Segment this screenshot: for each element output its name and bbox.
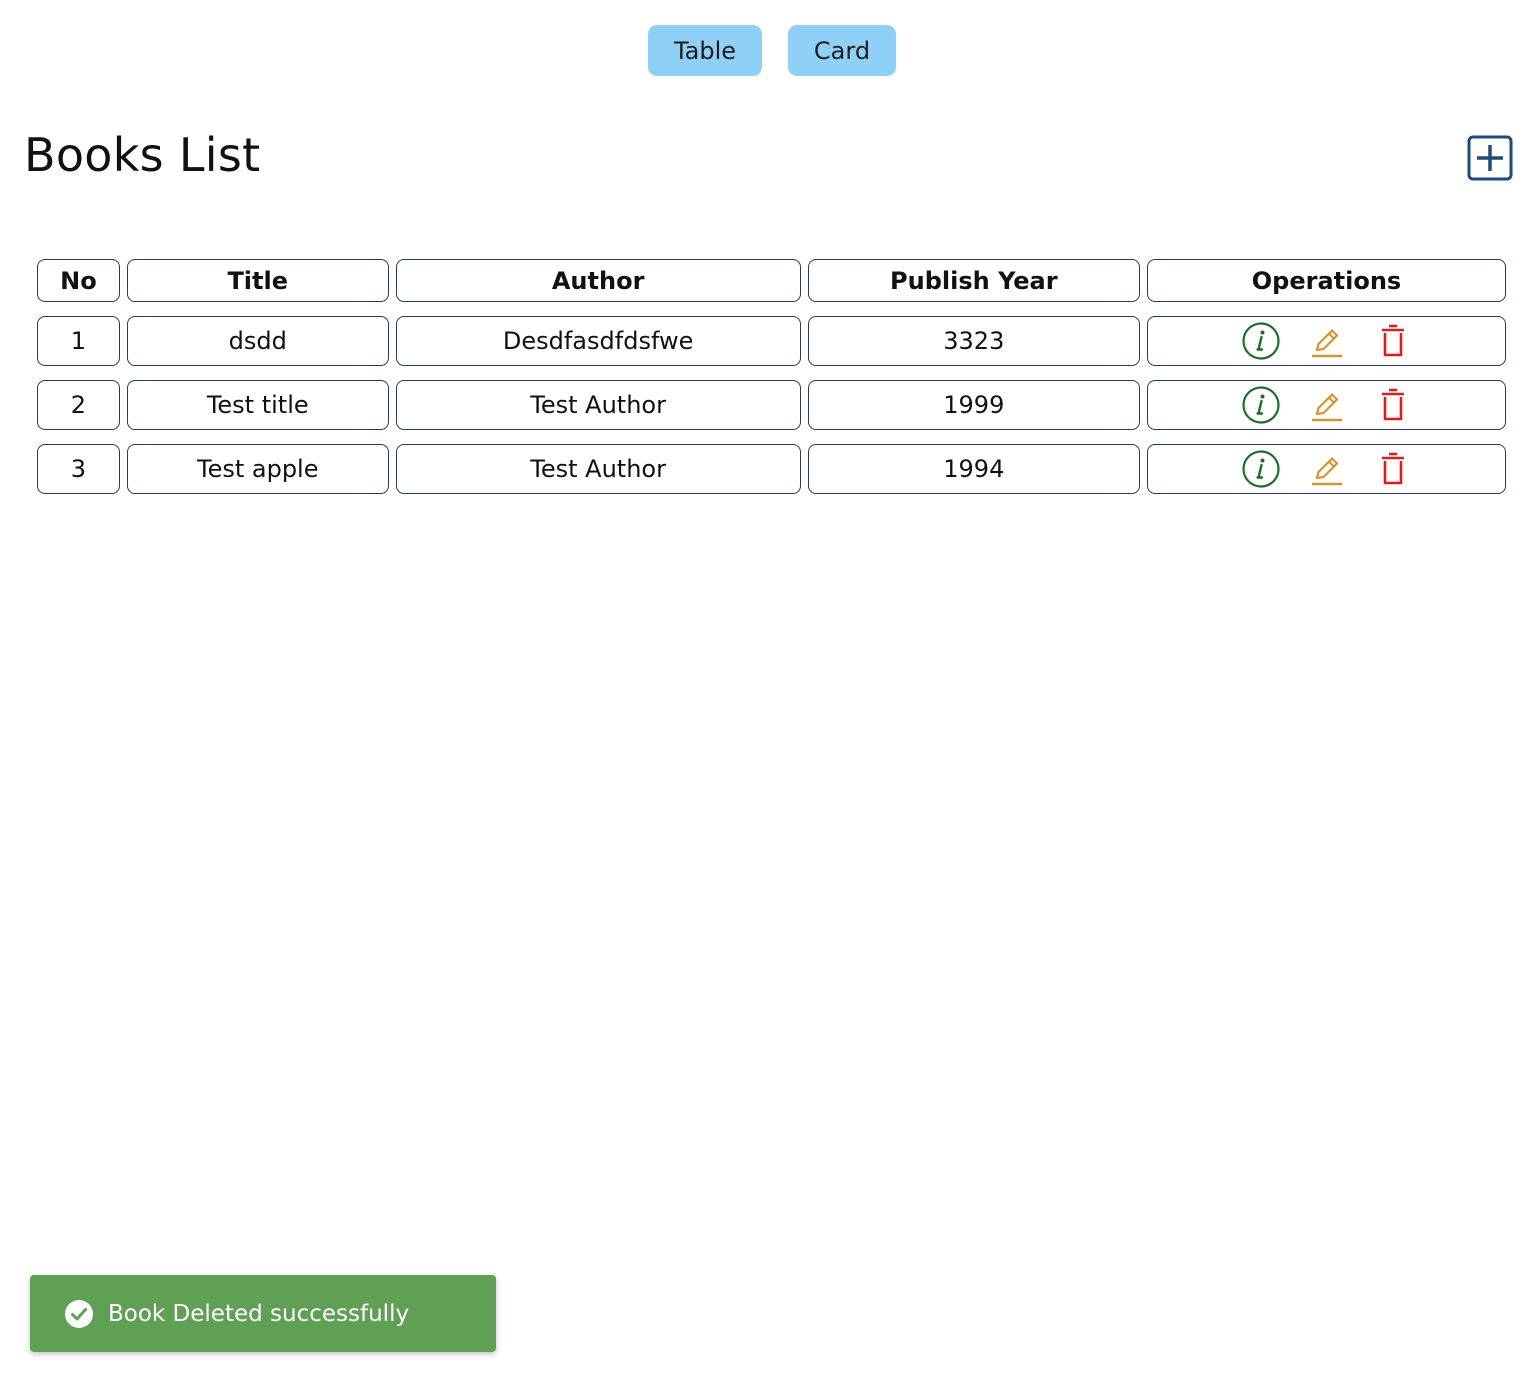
cell-author: Desdfasdfdsfwe xyxy=(395,316,801,366)
delete-icon[interactable] xyxy=(1373,321,1413,361)
delete-icon[interactable] xyxy=(1373,385,1413,425)
cell-author: Test Author xyxy=(395,444,801,494)
cell-no: 1 xyxy=(37,316,120,366)
edit-icon[interactable] xyxy=(1307,449,1347,489)
delete-icon[interactable] xyxy=(1373,449,1413,489)
table-header-row: No Title Author Publish Year Operations xyxy=(37,259,1506,302)
table-row: 1 dsdd Desdfasdfdsfwe 3323 xyxy=(37,316,1506,366)
toast-notification[interactable]: Book Deleted successfully xyxy=(30,1275,496,1352)
cell-no: 2 xyxy=(37,380,120,430)
plus-square-icon xyxy=(1467,135,1513,181)
cell-operations xyxy=(1147,316,1506,366)
edit-icon[interactable] xyxy=(1307,321,1347,361)
column-header-publish-year: Publish Year xyxy=(807,259,1140,302)
cell-title: Test title xyxy=(126,380,389,430)
cell-title: dsdd xyxy=(126,316,389,366)
cell-publish-year: 3323 xyxy=(807,316,1140,366)
card-view-button[interactable]: Card xyxy=(788,25,896,76)
cell-author: Test Author xyxy=(395,380,801,430)
column-header-no: No xyxy=(37,259,120,302)
edit-icon[interactable] xyxy=(1307,385,1347,425)
view-toggle: Table Card xyxy=(648,25,896,76)
cell-publish-year: 1994 xyxy=(807,444,1140,494)
info-icon[interactable] xyxy=(1241,449,1281,489)
cell-operations xyxy=(1147,380,1506,430)
books-table: No Title Author Publish Year Operations … xyxy=(30,245,1513,508)
add-book-button[interactable] xyxy=(1467,135,1513,181)
cell-operations xyxy=(1147,444,1506,494)
column-header-operations: Operations xyxy=(1147,259,1506,302)
column-header-title: Title xyxy=(126,259,389,302)
operations-group xyxy=(1148,381,1505,429)
operations-group xyxy=(1148,445,1505,493)
info-icon[interactable] xyxy=(1241,321,1281,361)
page-title: Books List xyxy=(24,128,261,182)
table-view-button[interactable]: Table xyxy=(648,25,762,76)
toast-message: Book Deleted successfully xyxy=(108,1300,410,1327)
cell-publish-year: 1999 xyxy=(807,380,1140,430)
info-icon[interactable] xyxy=(1241,385,1281,425)
table-row: 3 Test apple Test Author 1994 xyxy=(37,444,1506,494)
check-circle-icon xyxy=(64,1299,94,1329)
cell-no: 3 xyxy=(37,444,120,494)
table-row: 2 Test title Test Author 1999 xyxy=(37,380,1506,430)
cell-title: Test apple xyxy=(126,444,389,494)
column-header-author: Author xyxy=(395,259,801,302)
operations-group xyxy=(1148,317,1505,365)
